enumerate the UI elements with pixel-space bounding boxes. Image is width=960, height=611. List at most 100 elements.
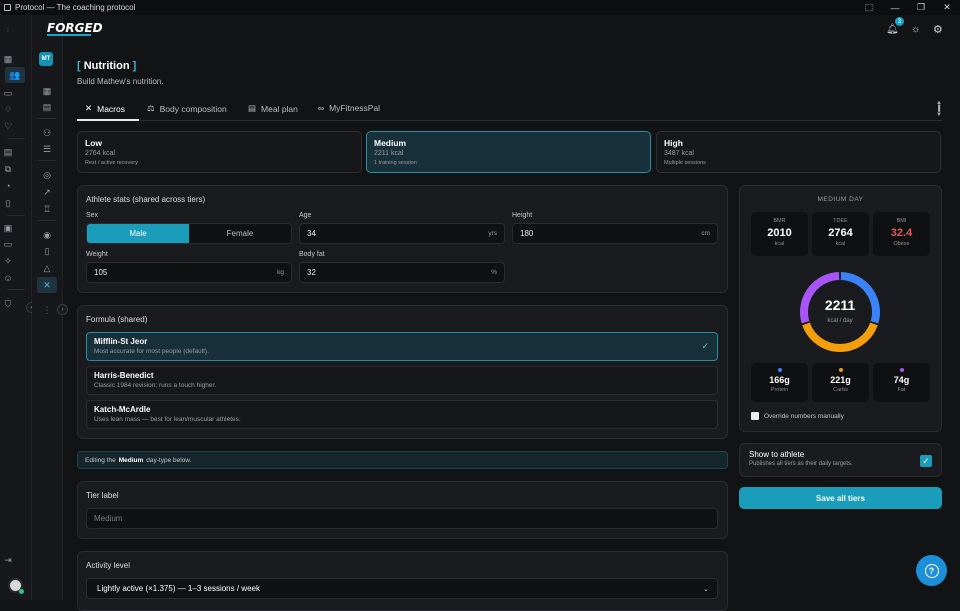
height-field[interactable]: 180 cm <box>512 223 718 244</box>
protein-dot-icon <box>777 368 782 372</box>
bodyfat-field[interactable]: 32% <box>299 262 505 283</box>
scrollbar[interactable]: ▲ ▐ ▼ <box>936 100 942 118</box>
tab-macros[interactable]: ✕ Macros <box>85 103 125 114</box>
app-icon <box>4 4 11 11</box>
panel-title: Athlete stats (shared across tiers) <box>86 195 206 204</box>
collapse-handle-icon[interactable]: ⁞ <box>0 24 16 38</box>
editing-notice: Editing the Medium day-type below. <box>77 451 728 469</box>
tab-myfitnesspal[interactable]: ∞ MyFitnessPal <box>318 103 380 113</box>
warning-icon[interactable]: △ <box>39 261 55 275</box>
health-icon[interactable]: ♡ <box>0 119 16 133</box>
help-button[interactable]: ? <box>916 555 947 586</box>
panel-title: Tier label <box>86 491 119 500</box>
logo: FORGED <box>47 21 103 35</box>
topbar <box>63 15 960 45</box>
window-titlebar: Protocol — The coaching protocol ⬚ — ❐ ✕ <box>0 0 960 15</box>
macro-donut: 2211 kcal / day <box>800 272 880 352</box>
donut-segment-carbs <box>802 322 878 352</box>
macro-carbs: 221g Carbs <box>812 363 869 402</box>
dashboard-icon[interactable]: ▦ <box>0 52 16 66</box>
help-icon: ? <box>924 563 939 578</box>
check-circle-icon[interactable]: ◎ <box>39 168 55 182</box>
check-icon: ✓ <box>701 341 709 351</box>
weight-field[interactable]: 105 kg <box>86 262 292 283</box>
formula-option-mifflin[interactable]: Mifflin-St Jeor Most accurate for most p… <box>86 332 718 361</box>
minimize-button[interactable]: — <box>882 3 908 13</box>
clients-icon[interactable]: 👥 <box>5 67 25 83</box>
tab-meal-plan[interactable]: ▤ Meal plan <box>248 103 298 114</box>
divider <box>38 118 56 119</box>
online-status-icon <box>19 589 24 594</box>
tab-bar: ✕ Macros ⚖ Body composition ▤ Meal plan ∞ My… <box>77 100 942 121</box>
sex-option-female[interactable]: Female <box>189 224 291 243</box>
link-icon: ∞ <box>318 103 325 113</box>
messages-icon[interactable]: ▭ <box>0 86 16 100</box>
override-checkbox[interactable] <box>751 412 759 420</box>
window-controls: ⬚ — ❐ ✕ <box>856 0 960 15</box>
expand-athlete-sidebar-icon[interactable]: › <box>57 304 68 315</box>
card-icon[interactable]: ▭ <box>0 237 16 251</box>
tier-label-input[interactable]: Medium <box>86 508 718 529</box>
drag-handle-icon[interactable]: ⋮ <box>39 303 55 317</box>
page-subtitle: Build Mathew's nutrition. <box>77 77 164 86</box>
logo-underline <box>47 34 91 36</box>
utensils-icon: ✕ <box>85 103 93 113</box>
override-toggle[interactable]: Override numbers manually <box>751 412 844 420</box>
bmr-stat: BMR 2010 kcal <box>751 212 808 256</box>
activity-select[interactable]: Lightly active (×1.375) — 1–3 sessions /… <box>86 578 718 599</box>
tier-card-medium[interactable]: Medium 2211 kcal 1 training session <box>366 131 651 173</box>
briefcase-icon[interactable]: ▣ <box>0 221 16 235</box>
maximize-button[interactable]: ❐ <box>908 2 934 13</box>
formula-option-harris[interactable]: Harris-Benedict Classic 1984 revision; r… <box>86 366 718 395</box>
height-label: Height <box>512 212 533 219</box>
close-window-button[interactable]: ✕ <box>934 2 960 13</box>
page-title: [ Nutrition ] <box>77 60 137 72</box>
show-to-athlete-checkbox[interactable]: ✓ <box>920 455 932 467</box>
formula-option-katch[interactable]: Katch-McArdle Uses lean mass — best for … <box>86 400 718 429</box>
calendar-icon[interactable]: ▤ <box>39 100 55 114</box>
athlete-badge[interactable]: MT <box>39 52 53 66</box>
divider <box>38 220 56 221</box>
alerts-icon[interactable]: ♢ <box>0 102 16 116</box>
sex-option-male[interactable]: Male <box>87 224 189 243</box>
notification-badge: 3 <box>895 17 904 26</box>
award-icon[interactable]: ♖ <box>39 202 55 216</box>
sex-label: Sex <box>86 212 99 219</box>
age-field[interactable]: 34 yrs <box>299 223 505 244</box>
panel-title: Activity level <box>86 561 131 570</box>
sliders-icon[interactable]: ☰ <box>39 142 55 156</box>
carbs-dot-icon <box>838 368 843 372</box>
overview-icon[interactable]: ▦ <box>39 84 55 98</box>
weight-label: Weight <box>86 251 108 258</box>
divider <box>7 215 25 216</box>
spark-icon[interactable]: ✧ <box>0 254 16 268</box>
macro-fat: 74g Fat <box>873 363 930 402</box>
macro-protein: 166g Protein <box>751 363 808 402</box>
tier-card-high[interactable]: High 3487 kcal Multiple sessions <box>656 131 941 173</box>
trend-icon[interactable]: ↗ <box>39 185 55 199</box>
library-icon[interactable]: ▤ <box>0 145 16 159</box>
tdee-stat: TDEE 2764 kcal <box>812 212 869 256</box>
document-icon[interactable]: ▯ <box>39 244 55 258</box>
shield-icon[interactable]: ⛉ <box>0 297 16 311</box>
gauge-icon[interactable]: ◔ <box>0 179 16 193</box>
bmi-stat: BMI 32.4 Obese <box>873 212 930 256</box>
clipboard-icon[interactable]: ▯ <box>0 196 16 210</box>
logout-icon[interactable]: ⇥ <box>0 553 16 567</box>
target-icon[interactable]: ◉ <box>39 228 55 242</box>
integrations-icon[interactable]: ⧉ <box>0 162 16 176</box>
extensions-icon[interactable]: ⬚ <box>856 2 882 13</box>
profile-icon[interactable]: ⚇ <box>39 126 55 140</box>
gear-icon[interactable]: ⚙ <box>933 23 943 36</box>
tab-body-composition[interactable]: ⚖ Body composition <box>147 103 227 114</box>
tier-card-low[interactable]: Low 2764 kcal Rest / active recovery <box>77 131 362 173</box>
fat-dot-icon <box>899 368 904 372</box>
chevron-down-icon: ⌄ <box>703 585 709 593</box>
team-icon[interactable]: ☺ <box>0 271 16 285</box>
scale-icon: ⚖ <box>147 103 155 113</box>
save-all-tiers-button[interactable]: Save all tiers <box>739 487 942 509</box>
divider <box>7 138 25 139</box>
sun-icon[interactable]: ☼ <box>911 24 920 35</box>
nutrition-icon[interactable]: ✕ <box>37 277 57 293</box>
age-label: Age <box>299 212 312 219</box>
